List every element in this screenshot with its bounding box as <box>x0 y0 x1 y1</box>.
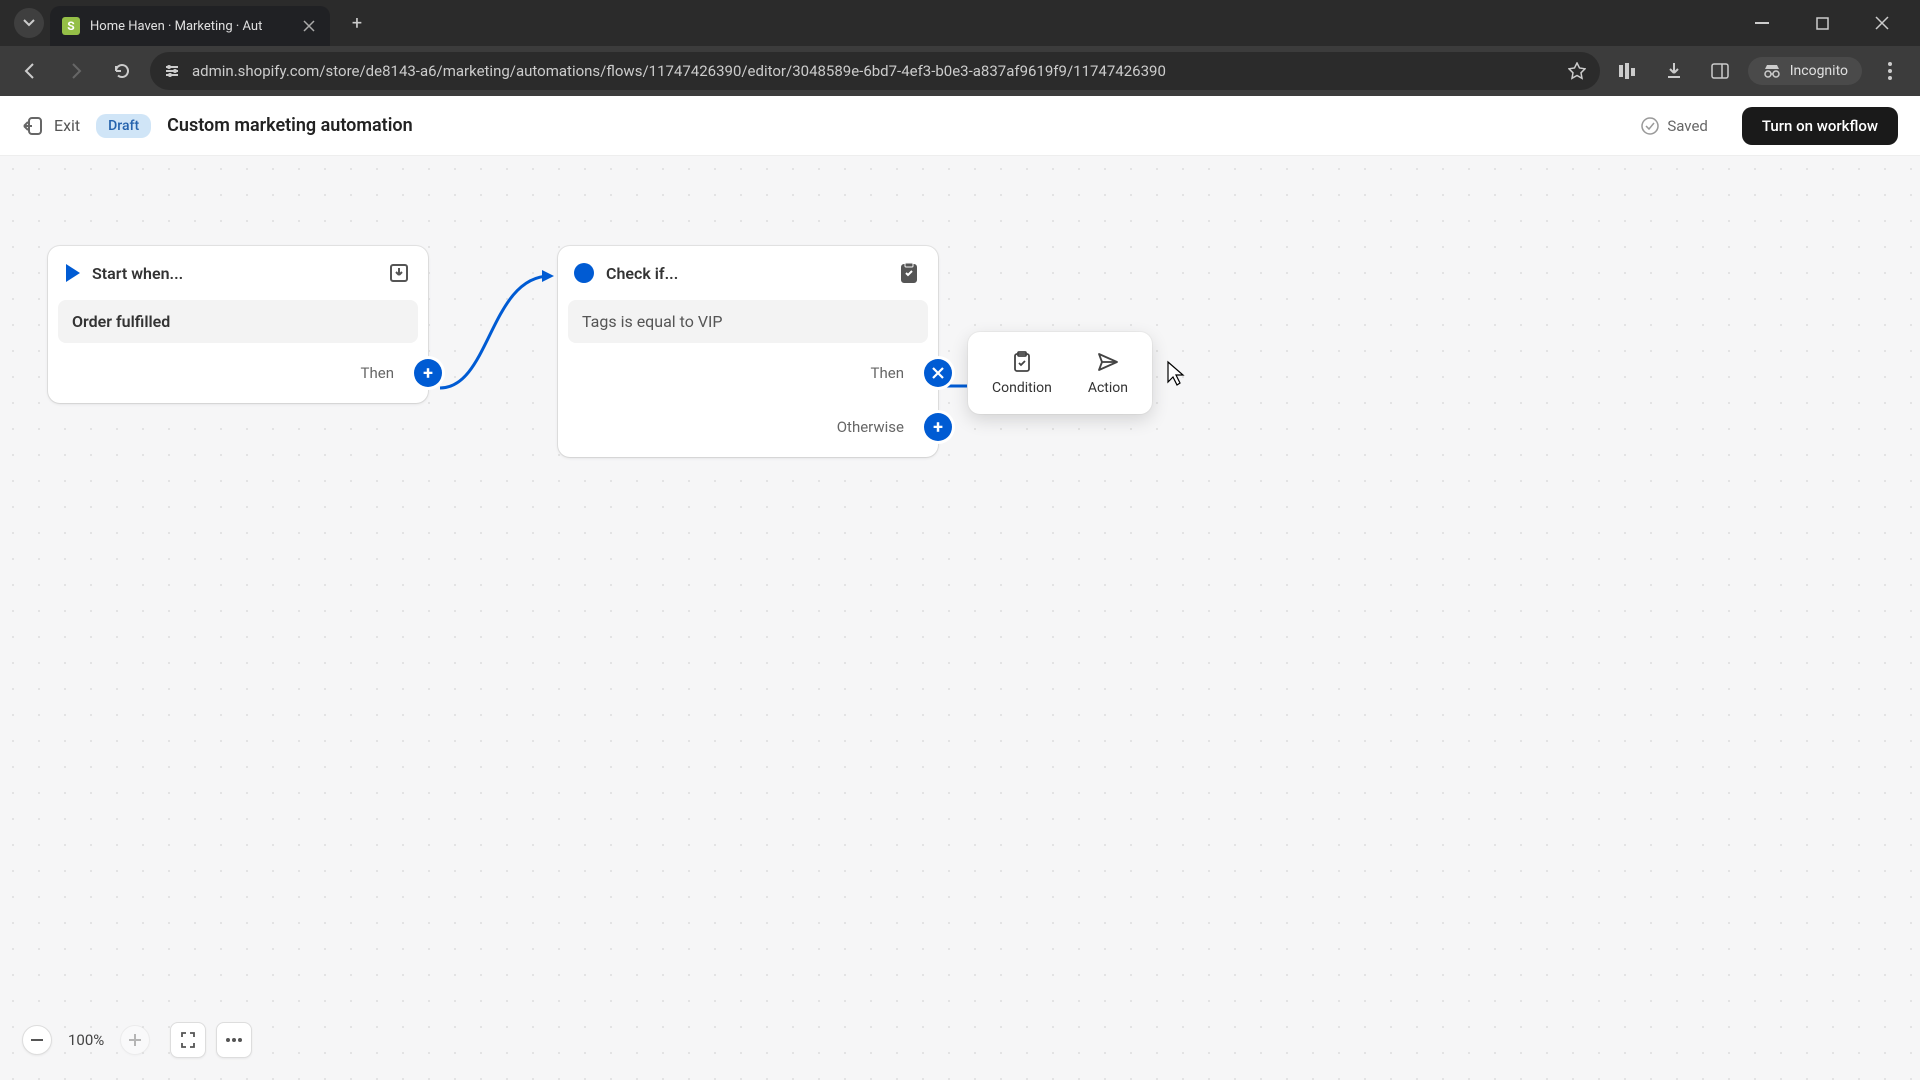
media-control-icon[interactable] <box>1610 53 1646 89</box>
exit-label: Exit <box>54 116 80 135</box>
reload-button[interactable] <box>104 53 140 89</box>
then-label: Then <box>361 364 394 382</box>
trigger-footer: Then + <box>48 353 428 403</box>
condition-node[interactable]: Check if... Tags is equal to VIP Then Ot… <box>558 246 938 457</box>
plus-icon <box>129 1034 141 1046</box>
zoom-out-button[interactable] <box>22 1025 52 1055</box>
minimize-icon <box>1755 22 1769 24</box>
status-badge: Draft <box>96 114 151 138</box>
cursor-icon <box>1164 360 1188 388</box>
tab-bar: S Home Haven · Marketing · Aut + <box>0 0 1920 46</box>
add-condition-option[interactable]: Condition <box>976 340 1068 406</box>
window-controls <box>1732 0 1912 46</box>
tab-close-button[interactable] <box>300 17 318 35</box>
close-icon <box>1875 16 1889 30</box>
turn-on-workflow-button[interactable]: Turn on workflow <box>1742 107 1898 145</box>
close-icon <box>303 20 315 32</box>
bookmark-star-icon[interactable] <box>1568 62 1586 80</box>
condition-option-label: Condition <box>992 380 1052 396</box>
tab-search-dropdown[interactable] <box>14 8 44 38</box>
condition-footer: Then Otherwise + <box>558 353 938 457</box>
add-step-popover: Condition Action <box>968 332 1152 414</box>
trigger-node[interactable]: Start when... Order fulfilled Then + <box>48 246 428 403</box>
side-panel-icon[interactable] <box>1702 53 1738 89</box>
close-icon <box>932 367 944 379</box>
new-tab-button[interactable]: + <box>342 8 372 38</box>
minus-icon <box>31 1039 43 1041</box>
import-icon[interactable] <box>386 260 412 286</box>
action-option-label: Action <box>1088 380 1128 396</box>
condition-body: Tags is equal to VIP <box>568 300 928 343</box>
browser-menu-button[interactable] <box>1872 53 1908 89</box>
then-label: Then <box>871 364 904 382</box>
connector-line <box>420 256 580 456</box>
canvas-toolbar: 100% <box>22 1022 252 1058</box>
browser-chrome: S Home Haven · Marketing · Aut + admin.s… <box>0 0 1920 96</box>
zoom-level: 100% <box>62 1031 110 1049</box>
saved-status: Saved <box>1641 117 1708 135</box>
exit-icon <box>22 115 44 137</box>
url-text: admin.shopify.com/store/de8143-a6/market… <box>192 62 1556 80</box>
check-circle-icon <box>1641 117 1659 135</box>
saved-label: Saved <box>1667 117 1708 135</box>
condition-otherwise-branch: Otherwise + <box>558 411 938 443</box>
back-button[interactable] <box>12 53 48 89</box>
more-tools-button[interactable] <box>216 1022 252 1058</box>
page-title: Custom marketing automation <box>167 115 412 136</box>
add-after-trigger-button[interactable]: + <box>414 359 442 387</box>
arrow-right-icon <box>67 62 85 80</box>
otherwise-label: Otherwise <box>837 418 904 436</box>
condition-header: Check if... <box>558 246 938 300</box>
shopify-favicon-icon: S <box>62 17 80 35</box>
turn-on-label: Turn on workflow <box>1762 117 1878 135</box>
tab-title: Home Haven · Marketing · Aut <box>90 19 290 34</box>
trigger-header: Start when... <box>48 246 428 300</box>
add-action-option[interactable]: Action <box>1072 340 1144 406</box>
kebab-icon <box>1888 62 1892 80</box>
maximize-button[interactable] <box>1792 0 1852 46</box>
maximize-icon <box>1816 17 1829 30</box>
workflow-canvas[interactable]: Start when... Order fulfilled Then + Che… <box>0 156 1920 1080</box>
clipboard-icon[interactable] <box>896 260 922 286</box>
url-bar[interactable]: admin.shopify.com/store/de8143-a6/market… <box>150 52 1600 90</box>
close-then-menu-button[interactable] <box>924 359 952 387</box>
condition-then-branch: Then <box>558 357 938 389</box>
condition-title: Check if... <box>606 264 884 283</box>
condition-dot-icon <box>574 263 594 283</box>
trigger-body: Order fulfilled <box>58 300 418 343</box>
reload-icon <box>113 62 131 80</box>
more-icon <box>226 1038 242 1042</box>
minimize-button[interactable] <box>1732 0 1792 46</box>
fit-view-button[interactable] <box>170 1022 206 1058</box>
forward-button[interactable] <box>58 53 94 89</box>
add-otherwise-button[interactable]: + <box>924 413 952 441</box>
trigger-title: Start when... <box>92 264 374 283</box>
arrow-left-icon <box>21 62 39 80</box>
close-window-button[interactable] <box>1852 0 1912 46</box>
play-icon <box>66 264 80 282</box>
send-icon <box>1096 350 1120 374</box>
browser-tab[interactable]: S Home Haven · Marketing · Aut <box>50 6 330 46</box>
incognito-badge[interactable]: Incognito <box>1748 57 1862 85</box>
incognito-label: Incognito <box>1790 63 1848 79</box>
address-bar: admin.shopify.com/store/de8143-a6/market… <box>0 46 1920 96</box>
app-header: Exit Draft Custom marketing automation S… <box>0 96 1920 156</box>
chevron-down-icon <box>23 19 35 27</box>
exit-button[interactable]: Exit <box>22 115 80 137</box>
site-settings-icon[interactable] <box>164 63 180 79</box>
clipboard-check-icon <box>1010 350 1034 374</box>
incognito-icon <box>1762 64 1782 78</box>
fit-icon <box>179 1031 197 1049</box>
trigger-then-branch: Then + <box>48 357 428 389</box>
downloads-icon[interactable] <box>1656 53 1692 89</box>
zoom-in-button[interactable] <box>120 1025 150 1055</box>
